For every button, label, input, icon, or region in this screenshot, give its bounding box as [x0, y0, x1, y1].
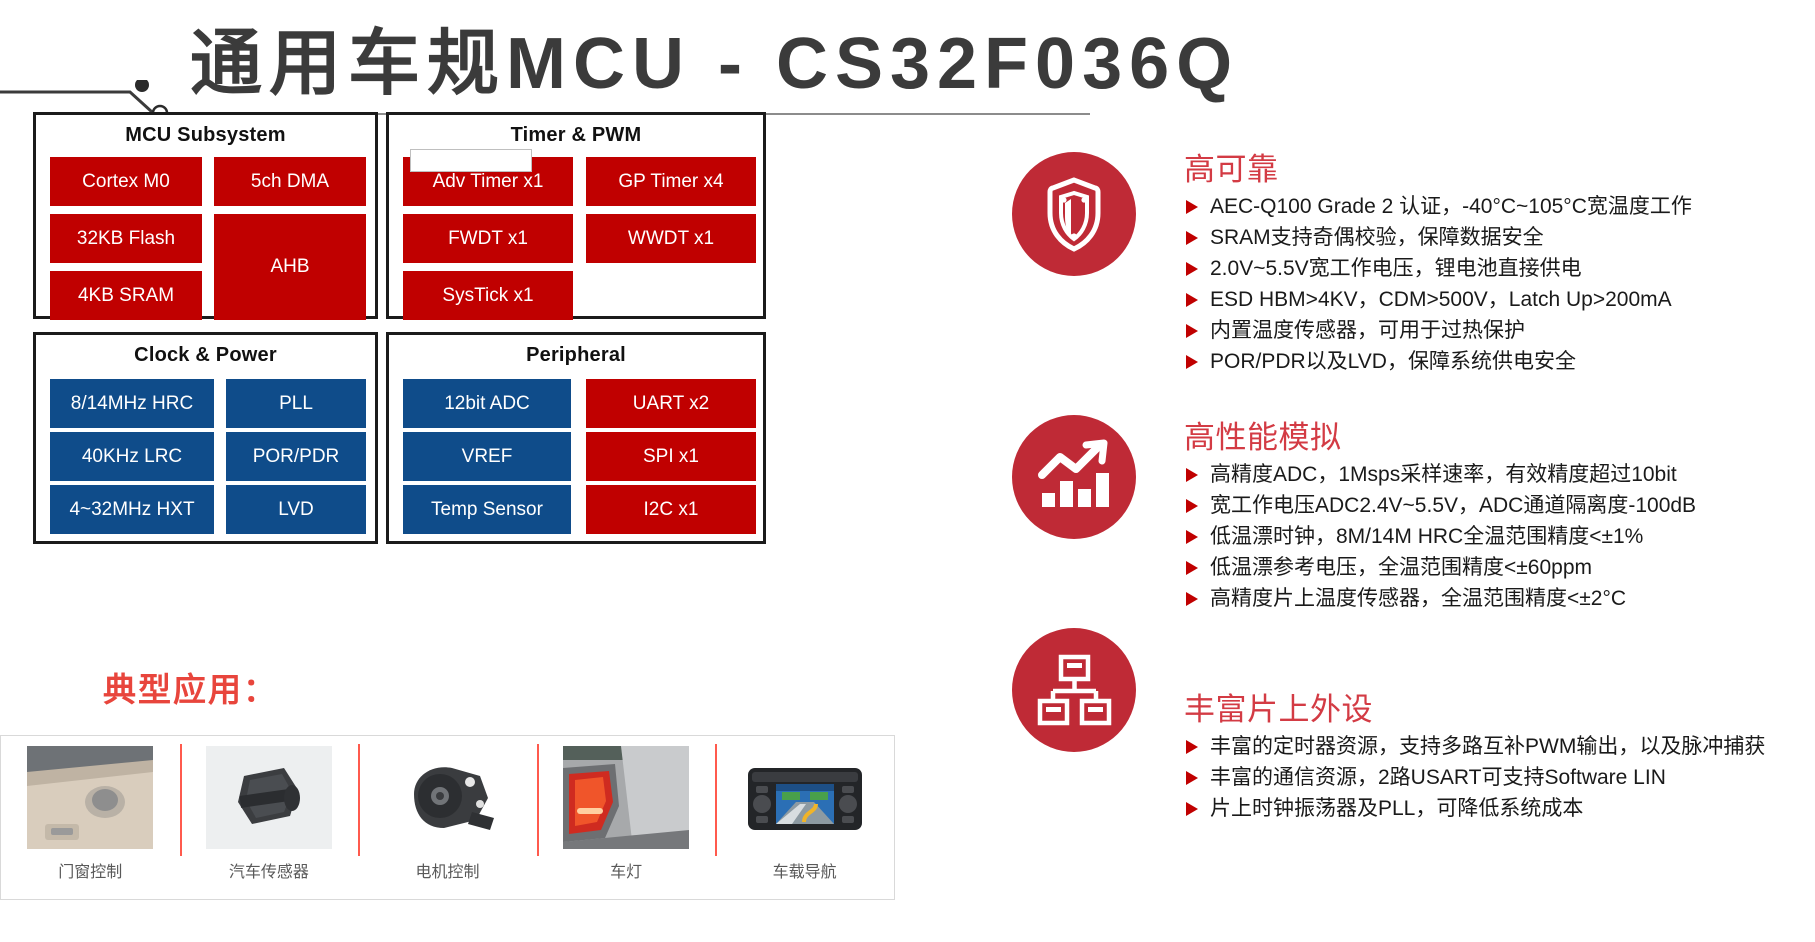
- cell-32kb-flash[interactable]: 32KB Flash: [50, 214, 202, 263]
- feature-heading: 高可靠: [1184, 152, 1279, 187]
- door-window-control-photo: [27, 746, 154, 849]
- cell-hrc[interactable]: 8/14MHz HRC: [50, 379, 214, 428]
- bullet-item: POR/PDR以及LVD，保障系统供电安全: [1184, 346, 1812, 377]
- block-title: Clock & Power: [134, 344, 277, 366]
- title-bar: 通用车规MCU - CS32F036Q: [0, 0, 1815, 118]
- cell-lrc[interactable]: 40KHz LRC: [50, 432, 214, 481]
- cell-4kb-sram[interactable]: 4KB SRAM: [50, 271, 202, 320]
- bullet-item: AEC-Q100 Grade 2 认证，-40°C~105°C宽温度工作: [1184, 191, 1812, 222]
- cell-i2c[interactable]: I2C x1: [586, 485, 756, 534]
- bullet-item: 内置温度传感器，可用于过热保护: [1184, 315, 1812, 346]
- block-title: MCU Subsystem: [125, 124, 286, 146]
- bullet-item: 丰富的通信资源，2路USART可支持Software LIN: [1184, 762, 1812, 793]
- hierarchy-blocks-icon: [1037, 654, 1112, 726]
- application-label: 车载导航: [772, 864, 837, 881]
- automotive-sensor-photo: [205, 746, 332, 849]
- bullet-item: ESD HBM>4KV，CDM>500V，Latch Up>200mA: [1184, 284, 1812, 315]
- bullet-item: 宽工作电压ADC2.4V~5.5V，ADC通道隔离度-100dB: [1184, 490, 1812, 521]
- placeholder-outline-box: [410, 149, 532, 172]
- cell-fwdt[interactable]: FWDT x1: [403, 214, 573, 263]
- feature-bullet-list: 高精度ADC，1Msps采样速率，有效精度超过10bit 宽工作电压ADC2.4…: [1184, 459, 1812, 614]
- block-cells: Cortex M0 5ch DMA 32KB Flash AHB 4KB SRA…: [36, 147, 375, 320]
- feature-body: 丰富片上外设 丰富的定时器资源，支持多路互补PWM输出，以及脉冲捕获 丰富的通信…: [1184, 692, 1812, 824]
- cell-12bit-adc[interactable]: 12bit ADC: [403, 379, 571, 428]
- application-label: 汽车传感器: [228, 864, 309, 881]
- bullet-item: 丰富的定时器资源，支持多路互补PWM输出，以及脉冲捕获: [1184, 731, 1810, 762]
- bullet-item: 低温漂参考电压，全温范围精度<±60ppm: [1184, 552, 1812, 583]
- block-cells: 12bit ADC UART x2 VREF SPI x1 Temp Senso…: [389, 367, 763, 534]
- bullet-item: SRAM支持奇偶校验，保障数据安全: [1184, 222, 1812, 253]
- applications-heading: 典型应用：: [103, 671, 278, 708]
- feature-bullet-list: AEC-Q100 Grade 2 认证，-40°C~105°C宽温度工作 SRA…: [1184, 191, 1812, 377]
- feature-bullet-list: 丰富的定时器资源，支持多路互补PWM输出，以及脉冲捕获 丰富的通信资源，2路US…: [1184, 731, 1812, 824]
- cell-wwdt[interactable]: WWDT x1: [586, 214, 756, 263]
- block-clock-power: Clock & Power 8/14MHz HRC PLL 40KHz LRC …: [33, 332, 378, 544]
- feature-body: 高可靠 AEC-Q100 Grade 2 认证，-40°C~105°C宽温度工作…: [1184, 152, 1812, 377]
- cell-spi[interactable]: SPI x1: [586, 432, 756, 481]
- chart-bars-icon: [1038, 439, 1109, 507]
- block-title: Timer & PWM: [510, 124, 642, 146]
- cell-empty-slot: [586, 271, 756, 320]
- application-label: 车灯: [610, 864, 643, 881]
- hierarchy-blocks-icon-circle: [1012, 628, 1136, 752]
- cell-gp-timer[interactable]: GP Timer x4: [586, 157, 756, 206]
- cell-por-pdr[interactable]: POR/PDR: [226, 432, 366, 481]
- block-peripheral: Peripheral 12bit ADC UART x2 VREF SPI x1…: [386, 332, 766, 544]
- cell-pll[interactable]: PLL: [226, 379, 366, 428]
- feature-rich-on-chip-peripherals: 丰富片上外设 丰富的定时器资源，支持多路互补PWM输出，以及脉冲捕获 丰富的通信…: [1012, 628, 1812, 824]
- block-timer-pwm: Timer & PWM Adv Timer x1 GP Timer x4 FWD…: [386, 112, 766, 320]
- bullet-item: 高精度片上温度传感器，全温范围精度<±2°C: [1184, 583, 1812, 614]
- block-title: Peripheral: [526, 344, 626, 366]
- cell-uart[interactable]: UART x2: [586, 379, 756, 428]
- cell-systick[interactable]: SysTick x1: [403, 271, 573, 320]
- feature-high-reliability: 高可靠 AEC-Q100 Grade 2 认证，-40°C~105°C宽温度工作…: [1012, 152, 1812, 377]
- car-navigation-photo: [741, 746, 868, 849]
- motor-control-photo: [384, 746, 511, 849]
- application-item-motor-control[interactable]: 电机控制: [358, 736, 537, 899]
- cell-hxt[interactable]: 4~32MHz HXT: [50, 485, 214, 534]
- bullet-item: 低温漂时钟，8M/14M HRC全温范围精度<±1%: [1184, 521, 1812, 552]
- application-item-door-window[interactable]: 门窗控制: [1, 736, 180, 899]
- block-mcu-subsystem: MCU Subsystem Cortex M0 5ch DMA 32KB Fla…: [33, 112, 378, 320]
- shield-icon: [1047, 177, 1101, 252]
- application-item-automotive-sensor[interactable]: 汽车传感器: [179, 736, 359, 899]
- cell-lvd[interactable]: LVD: [226, 485, 366, 534]
- feature-high-performance-analog: 高性能模拟 高精度ADC，1Msps采样速率，有效精度超过10bit 宽工作电压…: [1012, 415, 1812, 614]
- applications-strip: 门窗控制 汽车传感器 电机控制 车灯 车载导航: [0, 735, 895, 900]
- shield-icon-circle: [1012, 152, 1136, 276]
- bullet-item: 高精度ADC，1Msps采样速率，有效精度超过10bit: [1184, 459, 1812, 490]
- feature-heading: 高性能模拟: [1184, 420, 1342, 455]
- application-item-car-lamp[interactable]: 车灯: [536, 736, 716, 899]
- car-lamp-photo: [563, 746, 690, 849]
- cell-cortex-m0[interactable]: Cortex M0: [50, 157, 202, 206]
- application-label: 门窗控制: [58, 864, 123, 881]
- cell-5ch-dma[interactable]: 5ch DMA: [214, 157, 366, 206]
- cell-vref[interactable]: VREF: [403, 432, 571, 481]
- cell-temp-sensor[interactable]: Temp Sensor: [403, 485, 571, 534]
- application-label: 电机控制: [415, 864, 480, 881]
- feature-heading: 丰富片上外设: [1184, 692, 1373, 727]
- chart-bars-icon-circle: [1012, 415, 1136, 539]
- block-cells: 8/14MHz HRC PLL 40KHz LRC POR/PDR 4~32MH…: [36, 367, 375, 534]
- cell-ahb[interactable]: AHB: [214, 214, 366, 320]
- application-item-car-navigation[interactable]: 车载导航: [715, 736, 894, 899]
- bullet-item: 2.0V~5.5V宽工作电压，锂电池直接供电: [1184, 253, 1812, 284]
- feature-body: 高性能模拟 高精度ADC，1Msps采样速率，有效精度超过10bit 宽工作电压…: [1184, 420, 1812, 614]
- bullet-item: 片上时钟振荡器及PLL，可降低系统成本: [1184, 793, 1812, 824]
